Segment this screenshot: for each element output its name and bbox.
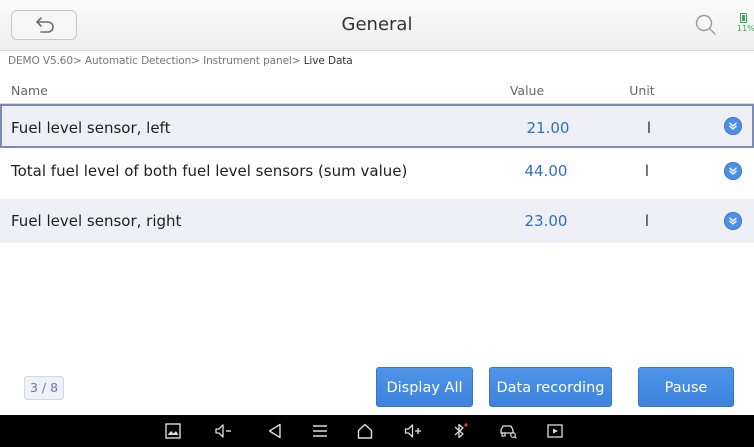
screenshot-icon[interactable] <box>164 422 182 440</box>
row-name: Fuel level sensor, right <box>11 212 182 230</box>
row-value: 23.00 <box>524 212 568 230</box>
bluetooth-icon[interactable] <box>451 422 469 440</box>
display-all-button[interactable]: Display All <box>376 367 473 407</box>
table-row[interactable]: Total fuel level of both fuel level sens… <box>0 149 754 193</box>
battery-icon <box>740 13 747 23</box>
back-icon <box>36 17 54 33</box>
table-header: Name Value Unit <box>0 77 754 104</box>
pause-button[interactable]: Pause <box>638 367 734 407</box>
data-recording-button[interactable]: Data recording <box>489 367 612 407</box>
page-indicator: 3 / 8 <box>24 376 64 400</box>
chevron-down-icon[interactable] <box>724 212 742 230</box>
system-navigation-bar <box>0 415 754 447</box>
nav-back-icon[interactable] <box>266 422 284 440</box>
breadcrumb-current: Live Data <box>303 55 353 67</box>
chevron-down-icon[interactable] <box>724 162 742 180</box>
battery-level: 11% <box>737 24 754 33</box>
row-name: Total fuel level of both fuel level sens… <box>11 162 408 180</box>
row-unit: l <box>644 162 650 180</box>
menu-icon[interactable] <box>311 422 329 440</box>
column-header-unit: Unit <box>629 83 655 98</box>
table-row[interactable]: Fuel level sensor, right 23.00 l <box>0 199 754 243</box>
page-title: General <box>341 14 413 35</box>
battery-indicator: 11% <box>737 12 754 38</box>
breadcrumb-path: DEMO V5.60> Automatic Detection> Instrum… <box>8 55 304 67</box>
back-button[interactable] <box>11 10 77 40</box>
row-name: Fuel level sensor, left <box>11 119 171 137</box>
column-header-name: Name <box>11 83 48 98</box>
row-unit: l <box>644 212 650 230</box>
table-row[interactable]: Fuel level sensor, left 21.00 l <box>0 104 754 148</box>
row-value: 44.00 <box>524 162 568 180</box>
row-value: 21.00 <box>526 119 570 137</box>
volume-down-icon[interactable] <box>214 422 232 440</box>
car-diagnose-icon[interactable] <box>499 422 517 440</box>
breadcrumb: DEMO V5.60> Automatic Detection> Instrum… <box>8 55 353 67</box>
column-header-value: Value <box>509 83 545 98</box>
chevron-down-icon[interactable] <box>724 117 742 135</box>
search-icon[interactable] <box>695 14 717 36</box>
row-unit: l <box>646 119 652 137</box>
top-bar: General 11% <box>0 0 754 51</box>
volume-up-icon[interactable] <box>404 422 422 440</box>
home-icon[interactable] <box>356 422 374 440</box>
screen-record-icon[interactable] <box>546 422 564 440</box>
